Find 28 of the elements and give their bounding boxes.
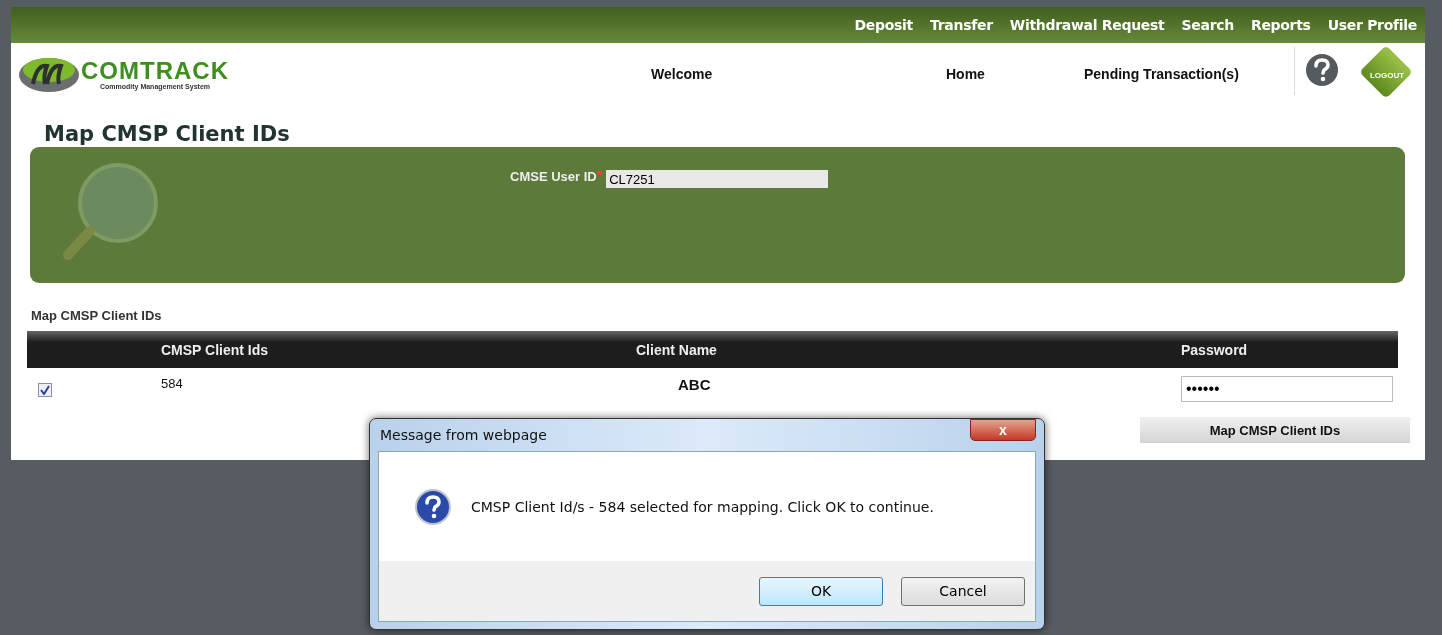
page-title: Map CMSP Client IDs [44, 124, 291, 144]
row-checkbox[interactable] [38, 383, 52, 397]
map-button[interactable]: Map CMSP Client IDs [1140, 417, 1410, 443]
dialog-button[interactable]: OK [759, 576, 883, 606]
top-nav-link[interactable]: Transfer [930, 17, 993, 33]
dialog-button[interactable]: Cancel [901, 576, 1025, 606]
column-header: Password [1181, 341, 1249, 358]
section-title: Map CMSP Client IDs [31, 308, 163, 323]
top-nav-link[interactable]: Withdrawal Request [1009, 17, 1165, 33]
top-nav-link[interactable]: User Profile [1327, 17, 1417, 33]
help-icon[interactable] [1305, 53, 1339, 87]
dialog-message: CMSP Client Id/s - 584 selected for mapping. Click OK to continue. [471, 498, 934, 515]
table-cell-text: 584 [161, 376, 184, 391]
table-cell-text: ABC [677, 376, 712, 393]
question-icon [415, 488, 451, 525]
top-nav-link[interactable]: Reports [1250, 17, 1311, 33]
header-nav-link[interactable]: Home [946, 66, 985, 82]
top-nav-link[interactable]: Search [1181, 17, 1234, 33]
top-nav-link[interactable]: Deposit [854, 17, 913, 33]
logo-name: COMTRACK [81, 58, 229, 83]
column-header: CMSP Client Ids [161, 341, 270, 358]
column-header: Client Name [636, 341, 718, 358]
header-nav-link[interactable]: Welcome [651, 66, 713, 82]
close-button[interactable]: x [970, 419, 1036, 441]
password-field[interactable]: •••••• [1181, 376, 1393, 402]
dialog-title: Message from webpage [379, 427, 547, 443]
user-id-field[interactable]: CL7251 [606, 170, 829, 188]
header-nav-link[interactable]: Pending Transaction(s) [1084, 66, 1239, 82]
